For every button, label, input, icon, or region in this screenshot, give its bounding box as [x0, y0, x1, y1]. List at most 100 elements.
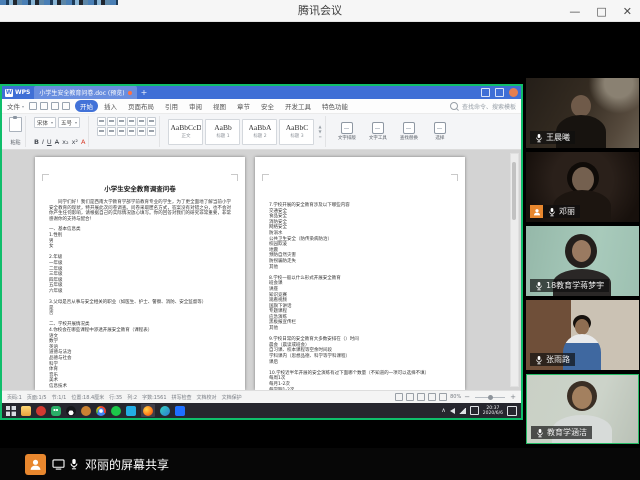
- start-button-icon[interactable]: [6, 406, 16, 416]
- minimize-button[interactable]: —: [569, 5, 580, 18]
- tencent-meeting-taskbar-icon[interactable]: [175, 406, 185, 416]
- ribbon-tab[interactable]: 安全: [256, 100, 279, 112]
- iqiyi-icon[interactable]: [111, 406, 121, 416]
- zoom-slider-knob[interactable]: [488, 395, 493, 400]
- line-spacing-icon[interactable]: [117, 127, 126, 136]
- participant-tile[interactable]: 邓丽: [526, 152, 639, 222]
- participant-tile[interactable]: 张雨路: [526, 300, 639, 370]
- outline-view-icon[interactable]: [428, 393, 436, 401]
- document-page-2[interactable]: 7.学校开展的安全教育涉及以下哪些内容交通安全食品安全消防安全网络安全防溺水公共…: [255, 157, 465, 390]
- file-explorer-icon[interactable]: [21, 406, 31, 416]
- chrome-icon[interactable]: [96, 406, 106, 416]
- app-orange-icon[interactable]: [81, 406, 91, 416]
- ribbon-tool[interactable]: 文字排版: [334, 122, 360, 141]
- ribbon-tab[interactable]: 视图: [208, 100, 231, 112]
- zoom-level[interactable]: 80%: [450, 394, 461, 400]
- italic-button[interactable]: I: [42, 138, 44, 146]
- bold-button[interactable]: B: [34, 138, 39, 146]
- close-button[interactable]: ✕: [623, 5, 632, 18]
- bullets-icon[interactable]: [97, 117, 106, 126]
- paragraph-buttons[interactable]: [97, 117, 156, 136]
- ribbon-tool[interactable]: 选择: [427, 122, 453, 141]
- volume-icon[interactable]: [450, 408, 455, 414]
- save-icon[interactable]: [29, 102, 37, 110]
- font-color-button[interactable]: A: [81, 138, 85, 146]
- meeting-titlebar: 腾讯会议 — □ ✕: [0, 0, 640, 22]
- wechat-icon[interactable]: [51, 406, 61, 416]
- document-tab[interactable]: 小学生安全教育问卷.doc (预览): [34, 86, 136, 99]
- document-page-1[interactable]: 小学生安全教育调查问卷 同学们好！我们是西南大学教育学部学前教育专业的学生，为了…: [35, 157, 245, 390]
- vertical-scrollbar[interactable]: [510, 153, 519, 387]
- style-card[interactable]: AaBbC 标题 3: [279, 119, 314, 145]
- bilibili-icon[interactable]: [126, 406, 136, 416]
- ribbon-tab[interactable]: 引用: [160, 100, 183, 112]
- edge-icon[interactable]: [160, 406, 170, 416]
- firefox-icon[interactable]: [143, 406, 153, 416]
- search-icon[interactable]: [450, 102, 458, 110]
- ribbon-tab[interactable]: 审阅: [184, 100, 207, 112]
- strikethrough-button[interactable]: A̶: [55, 138, 59, 146]
- file-menu[interactable]: 文件▾: [7, 101, 24, 111]
- style-card[interactable]: AaBbA 标题 2: [242, 119, 277, 145]
- undo-icon[interactable]: [51, 102, 59, 110]
- ribbon-tab[interactable]: 开发工具: [280, 100, 316, 112]
- web-view-icon[interactable]: [439, 393, 447, 401]
- style-card[interactable]: AaBb 标题 1: [205, 119, 240, 145]
- zoom-out-button[interactable]: −: [464, 394, 470, 401]
- ribbon-tool[interactable]: 文字工具: [365, 122, 391, 141]
- participant-tile[interactable]: 王晨曦: [526, 78, 639, 148]
- firefox-active-slot[interactable]: [141, 404, 155, 417]
- numbering-icon[interactable]: [107, 117, 116, 126]
- quick-access-toolbar[interactable]: [29, 102, 70, 110]
- search-hint[interactable]: 查找命令、搜索模板: [462, 102, 516, 111]
- align-center-icon[interactable]: [147, 117, 156, 126]
- action-center-icon[interactable]: [507, 406, 517, 416]
- styles-scroll-arrows[interactable]: ▲▼≡: [318, 125, 321, 139]
- borders-icon[interactable]: [137, 127, 146, 136]
- tray-expand-icon[interactable]: ∧: [441, 408, 445, 414]
- wps-account-avatar[interactable]: [509, 88, 518, 97]
- wps-minimize-icon[interactable]: [495, 88, 504, 97]
- participant-tile[interactable]: 18教育学蒋梦宇: [526, 226, 639, 296]
- ribbon-tab[interactable]: 章节: [232, 100, 255, 112]
- ribbon-tab[interactable]: 特色功能: [317, 100, 353, 112]
- shading-icon[interactable]: [127, 127, 136, 136]
- zoom-in-button[interactable]: +: [510, 394, 516, 401]
- new-tab-button[interactable]: +: [141, 88, 148, 97]
- ribbon-tab[interactable]: 开始: [75, 100, 98, 112]
- paste-icon[interactable]: [9, 117, 22, 132]
- superscript-button[interactable]: x²: [72, 138, 78, 146]
- print-icon[interactable]: [40, 102, 48, 110]
- zoom-slider[interactable]: [475, 397, 505, 398]
- ribbon-tab[interactable]: 插入: [99, 100, 122, 112]
- network-icon[interactable]: [459, 408, 466, 414]
- outdent-icon[interactable]: [117, 117, 126, 126]
- read-view-icon[interactable]: [406, 393, 414, 401]
- align-right-icon[interactable]: [97, 127, 106, 136]
- font-size-select[interactable]: 五号▾: [58, 117, 80, 128]
- input-method-icon[interactable]: [470, 406, 479, 415]
- netease-music-icon[interactable]: [36, 406, 46, 416]
- justify-icon[interactable]: [107, 127, 116, 136]
- ribbon-tool[interactable]: 查找替换: [396, 122, 422, 141]
- redo-icon[interactable]: [62, 102, 70, 110]
- shared-screen[interactable]: W WPS 小学生安全教育问卷.doc (预览) + 文件▾: [0, 84, 523, 420]
- clock[interactable]: 20:37 2020/6/6: [483, 406, 503, 416]
- document-canvas[interactable]: 小学生安全教育调查问卷 同学们好！我们是西南大学教育学部学前教育专业的学生，为了…: [2, 150, 521, 390]
- underline-button[interactable]: U: [47, 138, 52, 146]
- scrollbar-thumb[interactable]: [512, 162, 516, 220]
- wps-layout-icon[interactable]: [481, 88, 490, 97]
- fullscreen-view-icon[interactable]: [395, 393, 403, 401]
- qq-icon[interactable]: [66, 406, 76, 416]
- style-card[interactable]: AaBbCcDd 正文: [168, 119, 203, 145]
- sort-icon[interactable]: [147, 127, 156, 136]
- participant-tile-active-speaker[interactable]: 教育学涵洁: [526, 374, 639, 444]
- indent-icon[interactable]: [127, 117, 136, 126]
- maximize-button[interactable]: □: [596, 5, 606, 18]
- ribbon-tab[interactable]: 页面布局: [123, 100, 159, 112]
- font-name-select[interactable]: 宋体▾: [34, 117, 56, 128]
- align-left-icon[interactable]: [137, 117, 146, 126]
- paste-label[interactable]: 粘贴: [9, 139, 22, 146]
- write-view-icon[interactable]: [417, 393, 425, 401]
- subscript-button[interactable]: x₂: [62, 138, 68, 146]
